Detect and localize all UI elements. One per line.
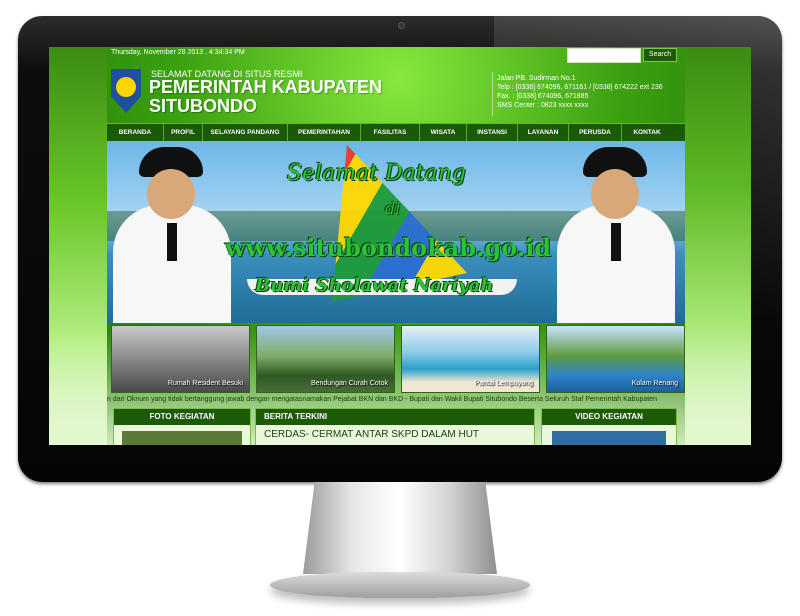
nav-item-kontak[interactable]: KONTAK: [622, 124, 672, 141]
thumbnail-bendungan[interactable]: Bendungan Curah Cotok: [256, 325, 395, 393]
activity-photo[interactable]: [122, 431, 242, 445]
activity-video[interactable]: [552, 431, 666, 445]
contact-phone: Telp : [0338] 674096, 671161 / [0338] 67…: [497, 84, 663, 91]
thumbnail-rumah-resident[interactable]: Rumah Resident Besuki: [111, 325, 250, 393]
webcam-icon: [398, 22, 405, 29]
panel-title: VIDEO KEGIATAN: [542, 409, 676, 425]
date-time: Thursday, November 28 2013 , 4:34:34 PM: [111, 49, 245, 56]
foto-kegiatan-panel: FOTO KEGIATAN: [113, 408, 251, 445]
thumbnail-pantai[interactable]: Pantai Lempuyang: [401, 325, 540, 393]
berita-terkini-panel: BERITA TERKINI CERDAS- CERMAT ANTAR SKPD…: [255, 408, 535, 445]
search-input[interactable]: [567, 48, 641, 63]
site-subtitle: SITUBONDO: [149, 96, 257, 116]
thumbnail-caption: Pantai Lempuyang: [474, 380, 533, 387]
nav-item-perusda[interactable]: PERUSDA: [569, 124, 622, 141]
site-title: PEMERINTAH KABUPATEN: [149, 77, 382, 97]
vice-regent-portrait: [557, 147, 675, 323]
main-nav: BERANDA PROFIL SELAYANG PANDANG PEMERINT…: [107, 123, 685, 142]
thumbnail-caption: Rumah Resident Besuki: [167, 380, 243, 387]
regency-seal-logo[interactable]: [111, 69, 141, 113]
header-divider: [492, 72, 493, 116]
nav-item-profil[interactable]: PROFIL: [164, 124, 203, 141]
nav-item-pemerintahan[interactable]: PEMERINTAHAN: [288, 124, 361, 141]
regent-portrait: [113, 147, 231, 323]
panel-title: BERITA TERKINI: [256, 409, 534, 425]
monitor-base: [270, 572, 530, 598]
tourism-thumbnails: Rumah Resident Besuki Bendungan Curah Co…: [111, 325, 685, 393]
nav-item-instansi[interactable]: INSTANSI: [467, 124, 518, 141]
nav-item-layanan[interactable]: LAYANAN: [518, 124, 569, 141]
vice-regent-tie: [611, 223, 621, 261]
website-screen: Thursday, November 28 2013 , 4:34:34 PM …: [49, 47, 751, 445]
regent-tie: [167, 223, 177, 261]
search-button[interactable]: Search: [643, 48, 677, 62]
thumbnail-caption: Kolam Renang: [631, 380, 678, 387]
thumbnail-kolam-renang[interactable]: Kolam Renang: [546, 325, 685, 393]
banner-motto: Bumi Sholawat Nariyah: [255, 275, 494, 296]
video-kegiatan-panel: VIDEO KEGIATAN: [541, 408, 677, 445]
top-bar: Thursday, November 28 2013 , 4:34:34 PM …: [107, 47, 685, 63]
nav-item-wisata[interactable]: WISATA: [420, 124, 467, 141]
nav-item-selayang-pandang[interactable]: SELAYANG PANDANG: [203, 124, 288, 141]
vice-regent-face: [591, 169, 639, 219]
contact-info: Jalan PB. Sudirman No.1 Telp : [0338] 67…: [497, 74, 663, 110]
nav-item-fasilitas[interactable]: FASILITAS: [361, 124, 420, 141]
news-headline[interactable]: CERDAS- CERMAT ANTAR SKPD DALAM HUT: [256, 425, 534, 440]
nav-item-beranda[interactable]: BERANDA: [107, 124, 164, 141]
news-ticker[interactable]: n dari Oknum yang tidak bertanggung jawa…: [107, 394, 685, 406]
contact-fax: Fax. : [0338] 674096, 671885: [497, 93, 589, 100]
banner-di: di: [385, 199, 401, 218]
panel-title: FOTO KEGIATAN: [114, 409, 250, 425]
thumbnail-caption: Bendungan Curah Cotok: [310, 380, 388, 387]
banner-url: www.situbondokab.go.id: [225, 233, 552, 262]
monitor-stand: [303, 482, 497, 574]
contact-sms: SMS Center : 0823 xxxx xxxx: [497, 102, 589, 109]
hero-banner: Selamat Datang di www.situbondokab.go.id…: [107, 141, 685, 323]
banner-greeting: Selamat Datang: [287, 161, 467, 186]
contact-address: Jalan PB. Sudirman No.1: [497, 75, 576, 82]
regent-face: [147, 169, 195, 219]
